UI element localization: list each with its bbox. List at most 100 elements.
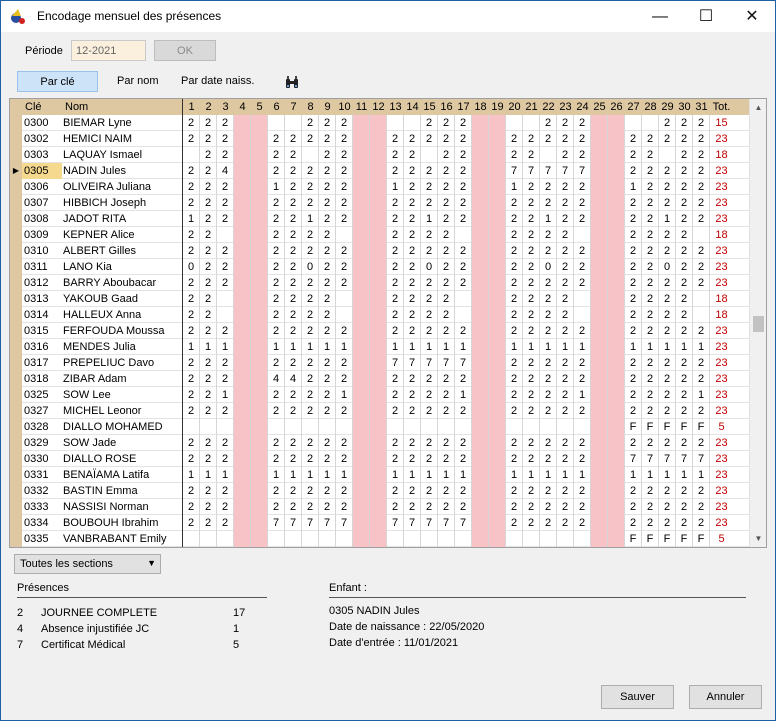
- cell-day[interactable]: 2: [404, 435, 421, 451]
- cell-day[interactable]: 2: [523, 275, 540, 291]
- cell-day[interactable]: 4: [285, 371, 302, 387]
- cell-day[interactable]: 2: [387, 163, 404, 179]
- cell-day[interactable]: 7: [438, 355, 455, 371]
- cell-day[interactable]: [285, 531, 302, 547]
- cell-day[interactable]: [489, 483, 506, 499]
- cell-day[interactable]: 2: [302, 483, 319, 499]
- cell-day[interactable]: [472, 371, 489, 387]
- cell-day[interactable]: 2: [523, 259, 540, 275]
- cell-day[interactable]: [370, 323, 387, 339]
- cell-day[interactable]: [455, 531, 472, 547]
- cell-day[interactable]: [234, 515, 251, 531]
- cell-day[interactable]: 1: [404, 339, 421, 355]
- cell-day[interactable]: [370, 403, 387, 419]
- cell-day[interactable]: 2: [404, 451, 421, 467]
- cell-day[interactable]: 1: [336, 467, 353, 483]
- cell-day[interactable]: 2: [523, 243, 540, 259]
- cell-day[interactable]: 2: [642, 387, 659, 403]
- cell-day[interactable]: 7: [625, 451, 642, 467]
- cell-day[interactable]: 2: [523, 451, 540, 467]
- cell-day[interactable]: 1: [676, 339, 693, 355]
- cell-day[interactable]: [472, 291, 489, 307]
- cell-day[interactable]: [455, 419, 472, 435]
- cell-day[interactable]: 0: [540, 259, 557, 275]
- cell-day[interactable]: 2: [387, 387, 404, 403]
- cell-day[interactable]: 2: [302, 195, 319, 211]
- cell-day[interactable]: [557, 531, 574, 547]
- cell-cle[interactable]: 0317: [22, 355, 62, 371]
- cell-day[interactable]: 2: [404, 243, 421, 259]
- cell-day[interactable]: 2: [336, 163, 353, 179]
- cell-day[interactable]: 2: [659, 115, 676, 131]
- cell-day[interactable]: 2: [693, 115, 710, 131]
- cell-day[interactable]: 7: [387, 515, 404, 531]
- cell-day[interactable]: 2: [285, 403, 302, 419]
- cell-day[interactable]: 2: [659, 515, 676, 531]
- cell-day[interactable]: [251, 435, 268, 451]
- cell-day[interactable]: [251, 115, 268, 131]
- cell-day[interactable]: 2: [336, 115, 353, 131]
- cell-day[interactable]: 2: [523, 147, 540, 163]
- cell-day[interactable]: [370, 131, 387, 147]
- cell-day[interactable]: 2: [523, 371, 540, 387]
- cell-day[interactable]: 2: [676, 211, 693, 227]
- cell-day[interactable]: 1: [319, 339, 336, 355]
- cell-day[interactable]: 2: [438, 451, 455, 467]
- cell-day[interactable]: [608, 531, 625, 547]
- cell-day[interactable]: 2: [404, 179, 421, 195]
- cell-day[interactable]: 2: [659, 179, 676, 195]
- cell-day[interactable]: [268, 419, 285, 435]
- cell-day[interactable]: [591, 275, 608, 291]
- cell-day[interactable]: 2: [455, 179, 472, 195]
- cell-day[interactable]: [489, 227, 506, 243]
- cell-day[interactable]: 2: [200, 243, 217, 259]
- cell-day[interactable]: 1: [302, 467, 319, 483]
- cell-day[interactable]: 7: [285, 515, 302, 531]
- cell-day[interactable]: [251, 291, 268, 307]
- cell-day[interactable]: [251, 371, 268, 387]
- cell-day[interactable]: [251, 419, 268, 435]
- cell-day[interactable]: 1: [693, 339, 710, 355]
- cell-day[interactable]: 2: [404, 371, 421, 387]
- cell-day[interactable]: [268, 531, 285, 547]
- cell-day[interactable]: 2: [693, 355, 710, 371]
- cell-day[interactable]: [574, 531, 591, 547]
- cell-day[interactable]: 2: [319, 499, 336, 515]
- cell-day[interactable]: 2: [421, 179, 438, 195]
- cell-day[interactable]: [353, 435, 370, 451]
- cell-day[interactable]: 2: [574, 355, 591, 371]
- cell-day[interactable]: [336, 227, 353, 243]
- cell-day[interactable]: [353, 387, 370, 403]
- cell-day[interactable]: 2: [319, 179, 336, 195]
- cell-day[interactable]: 2: [200, 515, 217, 531]
- cell-day[interactable]: 2: [557, 211, 574, 227]
- cell-day[interactable]: 2: [438, 483, 455, 499]
- cell-day[interactable]: 2: [506, 403, 523, 419]
- cell-day[interactable]: 2: [200, 211, 217, 227]
- cell-day[interactable]: [353, 275, 370, 291]
- cell-day[interactable]: [489, 387, 506, 403]
- cell-day[interactable]: 2: [285, 179, 302, 195]
- cell-day[interactable]: 2: [642, 355, 659, 371]
- scroll-down-icon[interactable]: ▼: [750, 530, 766, 547]
- cell-day[interactable]: [472, 339, 489, 355]
- cell-day[interactable]: 1: [455, 387, 472, 403]
- cell-day[interactable]: 1: [183, 211, 200, 227]
- cell-day[interactable]: 2: [676, 227, 693, 243]
- cell-day[interactable]: 1: [540, 211, 557, 227]
- cell-day[interactable]: [489, 291, 506, 307]
- cell-day[interactable]: 2: [336, 275, 353, 291]
- cell-cle[interactable]: 0328: [22, 419, 62, 435]
- table-row[interactable]: 0325 SOW Lee 2 2 1 2 2 2 2 1 2 2 2 2 1 2 2 2 2 1 2 2 2 2 1 23: [10, 387, 750, 403]
- cell-day[interactable]: 1: [455, 467, 472, 483]
- table-row[interactable]: 0315 FERFOUDA Moussa 2 2 2 2 2 2 2 2 2 2 2 2 2 2 2 2 2 2 2 2 2…: [10, 323, 750, 339]
- cell-day[interactable]: 2: [387, 243, 404, 259]
- cell-day[interactable]: [319, 531, 336, 547]
- cell-day[interactable]: [370, 243, 387, 259]
- cell-cle[interactable]: 0333: [22, 499, 62, 515]
- cell-day[interactable]: [455, 227, 472, 243]
- cell-day[interactable]: 2: [659, 227, 676, 243]
- cell-day[interactable]: [251, 259, 268, 275]
- cell-day[interactable]: 2: [217, 211, 234, 227]
- cell-day[interactable]: 2: [659, 323, 676, 339]
